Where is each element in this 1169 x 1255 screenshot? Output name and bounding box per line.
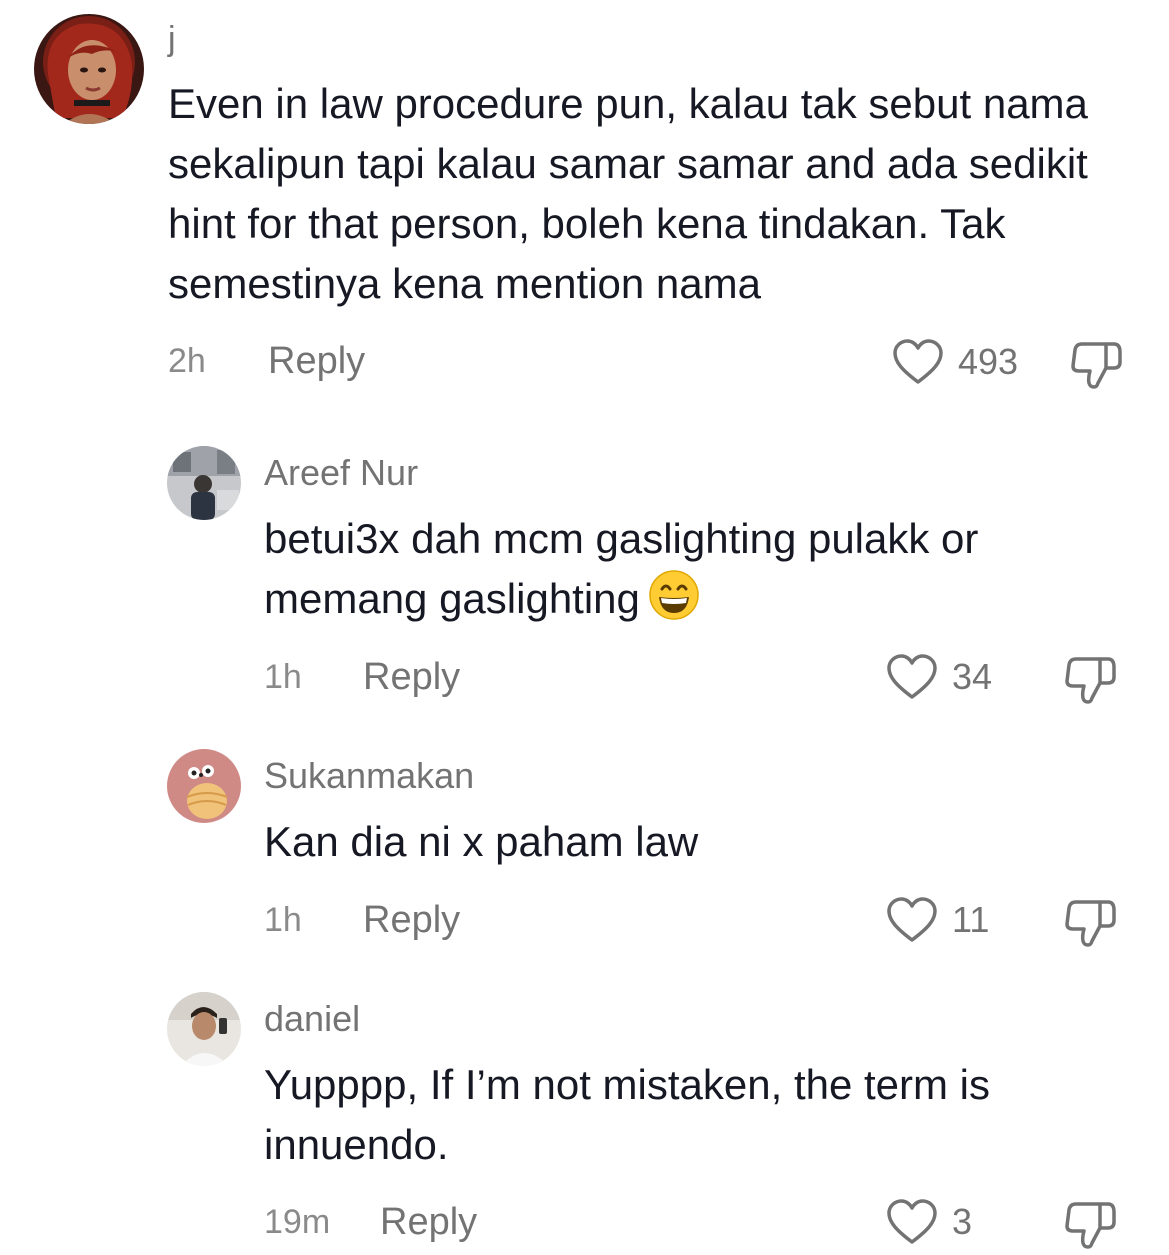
dislike-button[interactable] (1064, 655, 1118, 710)
avatar-image (167, 749, 241, 823)
avatar-image (167, 446, 241, 520)
avatar-image (34, 14, 144, 124)
thumbs-down-outline-icon (1065, 657, 1116, 704)
reply-button[interactable]: Reply (380, 1203, 477, 1241)
comment-timestamp: 19m (264, 1203, 331, 1241)
like-count: 34 (952, 656, 993, 697)
comment-username[interactable]: Sukanmakan (264, 758, 474, 794)
comment-timestamp: 1h (264, 901, 302, 939)
like-count: 11 (952, 899, 990, 940)
avatar-image (167, 992, 241, 1066)
thumbs-down-outline-icon (1071, 342, 1122, 389)
comment-text: Yupppp, If I’m not mistaken, the term is… (264, 1061, 990, 1168)
comment-text: Kan dia ni x paham law (264, 818, 699, 865)
thumbs-down-outline-icon (1065, 900, 1116, 947)
like-button[interactable]: 34 (886, 653, 992, 701)
comment-text-content: betui3x dah mcm gaslighting pulakk or me… (264, 515, 979, 622)
avatar[interactable] (167, 749, 241, 823)
avatar[interactable] (34, 14, 144, 124)
heart-outline-icon (887, 654, 937, 699)
reply-button[interactable]: Reply (363, 901, 460, 939)
comment-timestamp: 1h (264, 658, 302, 696)
like-button[interactable]: 493 (892, 338, 1018, 386)
comment-username[interactable]: j (168, 22, 176, 56)
comment-username[interactable]: daniel (264, 1001, 360, 1037)
heart-outline-icon (893, 339, 943, 384)
avatar[interactable] (167, 446, 241, 520)
comment-item: j Even in law procedure pun, kalau tak s… (0, 0, 1169, 420)
reply-button[interactable]: Reply (268, 342, 365, 380)
dislike-button[interactable] (1070, 340, 1124, 395)
grinning-face-emoji (648, 569, 700, 637)
comment-timestamp: 2h (168, 342, 206, 380)
like-button[interactable]: 11 (886, 896, 989, 944)
heart-outline-icon (887, 1199, 937, 1244)
like-count: 493 (958, 341, 1019, 382)
comment-username[interactable]: Areef Nur (264, 455, 418, 491)
thumbs-down-outline-icon (1065, 1202, 1116, 1249)
dislike-button[interactable] (1064, 1200, 1118, 1255)
comment-text: Even in law procedure pun, kalau tak seb… (168, 80, 1088, 307)
dislike-button[interactable] (1064, 898, 1118, 953)
avatar[interactable] (167, 992, 241, 1066)
like-button[interactable]: 3 (886, 1198, 972, 1246)
like-count: 3 (952, 1201, 973, 1242)
heart-outline-icon (887, 897, 937, 942)
comment-text: betui3x dah mcm gaslighting pulakk or me… (264, 509, 1124, 637)
reply-button[interactable]: Reply (363, 658, 460, 696)
